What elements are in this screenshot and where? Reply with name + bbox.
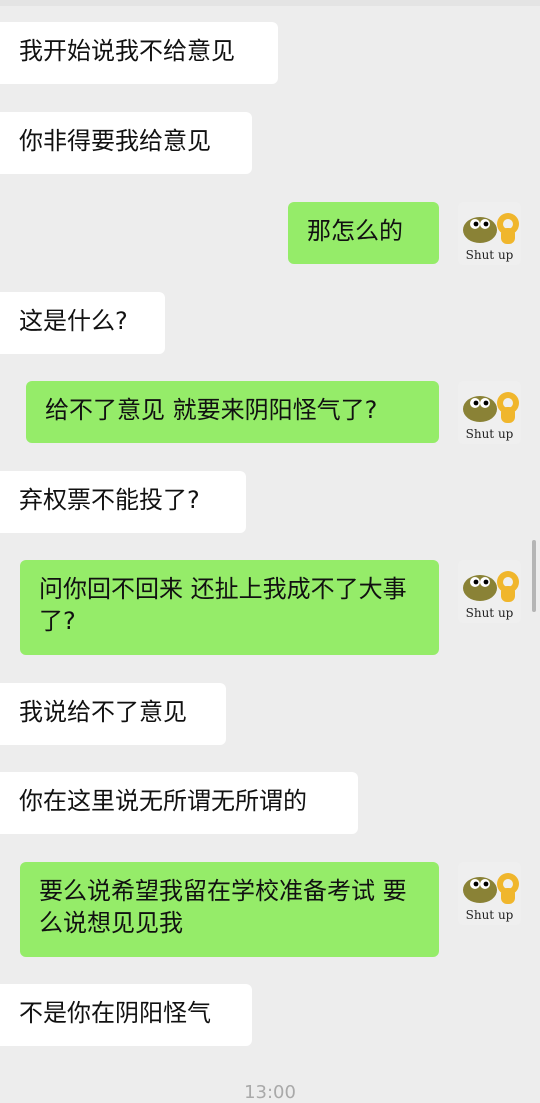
message-outgoing[interactable]: 那怎么的 <box>288 202 439 264</box>
avatar-caption: Shut up <box>465 248 514 262</box>
avatar-caption: Shut up <box>465 427 514 441</box>
avatar[interactable]: Shut up <box>458 202 521 265</box>
message-incoming[interactable]: 你非得要我给意见 <box>0 112 252 174</box>
message-outgoing[interactable]: 给不了意见 就要来阴阳怪气了? <box>26 381 439 443</box>
avatar[interactable]: Shut up <box>458 381 521 444</box>
message-incoming[interactable]: 不是你在阴阳怪气 <box>0 984 252 1046</box>
timestamp: 13:00 <box>244 1082 296 1103</box>
message-incoming[interactable]: 我开始说我不给意见 <box>0 22 278 84</box>
scrollbar[interactable] <box>532 540 536 612</box>
avatar-caption: Shut up <box>465 908 514 922</box>
message-outgoing[interactable]: 要么说希望我留在学校准备考试 要么说想见见我 <box>20 862 439 957</box>
message-incoming[interactable]: 弃权票不能投了? <box>0 471 246 533</box>
top-divider <box>0 0 540 6</box>
message-incoming[interactable]: 你在这里说无所谓无所谓的 <box>0 772 358 834</box>
avatar[interactable]: Shut up <box>458 862 521 925</box>
message-outgoing[interactable]: 问你回不回来 还扯上我成不了大事了? <box>20 560 439 655</box>
message-incoming[interactable]: 这是什么? <box>0 292 165 354</box>
avatar-caption: Shut up <box>465 606 514 620</box>
avatar[interactable]: Shut up <box>458 560 521 623</box>
message-incoming[interactable]: 我说给不了意见 <box>0 683 226 745</box>
